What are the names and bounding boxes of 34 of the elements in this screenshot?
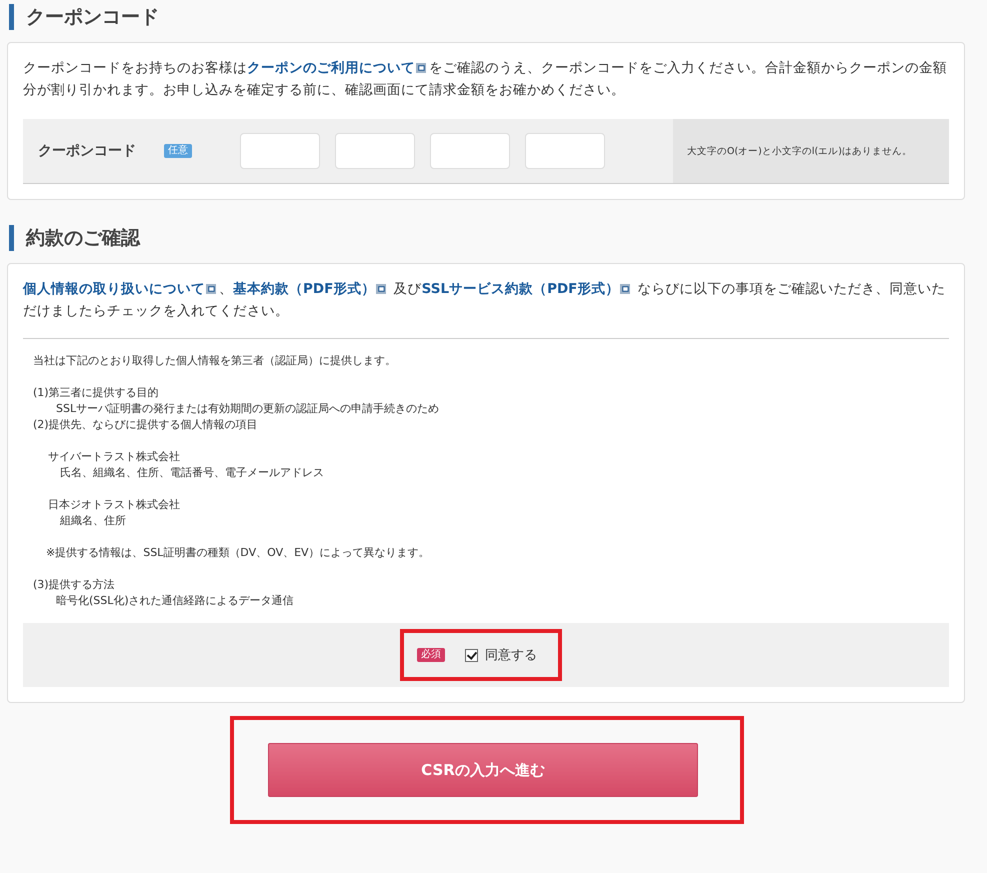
- notice-text: 暗号化(SSL化)された通信経路によるデータ通信: [56, 593, 295, 609]
- notice-text: 当社は下記のとおり取得した個人情報を第三者（認証局）に提供します。: [33, 353, 397, 369]
- link[interactable]: SSLサービス約款（PDF形式）: [422, 281, 620, 297]
- section-heading: 約款のご確認: [9, 225, 965, 251]
- notice-text: ※提供する情報は、SSL証明書の種類（DV、OV、EV）によって異なります。: [46, 545, 431, 561]
- field-label: クーポンコード: [38, 142, 137, 160]
- input-field[interactable]: [240, 133, 320, 169]
- external-window-icon: [620, 284, 630, 294]
- link[interactable]: 個人情報の取り扱いについて: [23, 281, 205, 297]
- external-window-icon: [376, 284, 386, 294]
- external-window-icon: [206, 284, 216, 294]
- input-field[interactable]: [430, 133, 510, 169]
- notice-text: (3)提供する方法: [33, 577, 116, 593]
- checkbox[interactable]: [465, 648, 478, 662]
- optional-badge: 任意: [164, 144, 192, 158]
- checkbox-label: 同意する: [485, 647, 537, 664]
- section-heading: クーポンコード: [9, 4, 965, 30]
- hint-text: 大文字のO(オー)と小文字のl(エル)はありません。: [687, 144, 912, 158]
- instruction-text: 個人情報の取り扱いについて 、基本約款（PDF形式） 及びSSLサービス約款（PDF形式） ならびに以下の事項をご確認いただき、同意いただけましたらチェックを入れてください。: [23, 280, 947, 321]
- notice-text: サイバートラスト株式会社: [48, 449, 181, 465]
- notice-text: (2)提供先、ならびに提供する個人情報の項目: [33, 417, 259, 433]
- external-window-icon: [416, 63, 426, 73]
- link[interactable]: クーポンのご利用について: [247, 60, 415, 76]
- notice-text: 日本ジオトラスト株式会社: [48, 497, 181, 513]
- required-badge: 必須: [417, 648, 445, 662]
- submit-button[interactable]: CSRの入力へ進む: [268, 743, 698, 797]
- input-field[interactable]: [525, 133, 605, 169]
- notice-text: SSLサーバ証明書の発行または有効期間の更新の認証局への申請手続きのため: [56, 401, 440, 417]
- link[interactable]: 基本約款（PDF形式）: [233, 281, 376, 297]
- notice-text: (1)第三者に提供する目的: [33, 385, 160, 401]
- notice-text: 氏名、組織名、住所、電話番号、電子メールアドレス: [60, 465, 325, 481]
- input-field[interactable]: [335, 133, 415, 169]
- notice-text: 組織名、住所: [60, 513, 127, 529]
- instruction-text: クーポンコードをお持ちのお客様はクーポンのご利用について をご確認のうえ、クーポンコードをご入力ください。合計金額からクーポンの金額分が割り引かれます。お申し込みを確定する前に、確認画面にて請求金額をお確かめください。: [23, 59, 948, 100]
